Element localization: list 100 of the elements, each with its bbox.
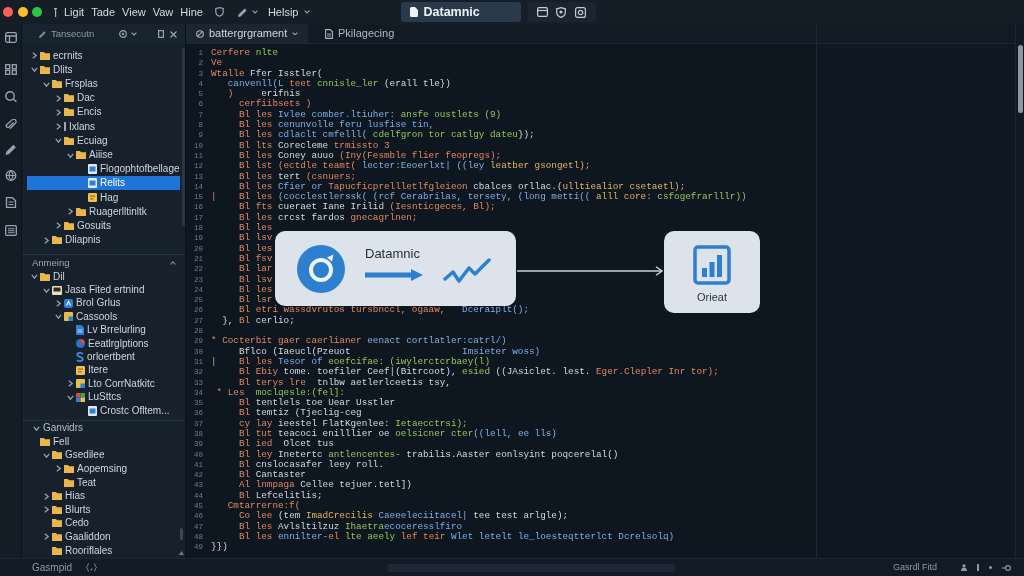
chevron-icon[interactable] (55, 123, 61, 131)
chevron-icon[interactable] (42, 452, 50, 458)
tree-item[interactable]: Crostc Ofltem... (88, 405, 170, 416)
chevron-icon[interactable] (55, 465, 61, 473)
tree-item[interactable]: Ecuiag (54, 135, 108, 146)
tree-item[interactable]: Ixlans (54, 121, 96, 132)
key-icon[interactable] (1002, 564, 1011, 571)
maximize-window-icon[interactable] (32, 7, 42, 17)
caret-up-icon[interactable] (170, 260, 176, 265)
window-icon[interactable] (536, 7, 548, 17)
document-icon[interactable] (4, 197, 17, 208)
chevron-icon[interactable] (67, 380, 73, 388)
tree-item[interactable]: Ruagerlltinltk (66, 206, 147, 217)
tree-item[interactable]: ecrnits (30, 50, 83, 61)
chevron-icon[interactable] (43, 492, 49, 500)
shield-icon[interactable] (214, 7, 224, 17)
chevron-icon[interactable] (55, 108, 61, 116)
menu-item[interactable]: Hine (179, 6, 204, 18)
tree-item[interactable]: Dliapnis (42, 235, 101, 246)
section-title[interactable]: Ganvidrs (43, 423, 83, 433)
tree-item[interactable]: Relits (27, 176, 180, 191)
scrollbar-thumb[interactable] (179, 528, 183, 540)
tree-item[interactable]: Gsedilee (42, 450, 105, 461)
chevron-icon[interactable] (33, 425, 40, 431)
chevron-icon[interactable] (42, 81, 50, 87)
chevron-down-icon[interactable] (251, 10, 258, 14)
tree-item[interactable]: Teat (64, 477, 96, 488)
tree-item[interactable]: Cassools (54, 311, 118, 322)
tree-item[interactable]: orloertbent (76, 352, 135, 363)
tree-item[interactable]: Frsplas (42, 79, 98, 90)
target-icon[interactable] (119, 30, 127, 38)
menu-item[interactable]: Ligit (63, 6, 86, 18)
tree-item[interactable]: Cedo (52, 518, 89, 529)
chevron-icon[interactable] (67, 208, 73, 216)
tree-item[interactable]: Aiiise (66, 150, 113, 160)
minimize-window-icon[interactable] (17, 7, 28, 17)
chevron-icon[interactable] (55, 299, 61, 307)
close-icon[interactable] (170, 30, 177, 38)
tree-item[interactable]: Aopemsing (54, 464, 128, 474)
tree-item[interactable]: Dac (54, 93, 95, 104)
tree-item[interactable]: Blurts (42, 504, 91, 515)
list-icon[interactable] (4, 225, 17, 236)
tree-item[interactable]: Rooriflales (52, 545, 113, 556)
search-icon[interactable] (4, 91, 17, 102)
shield-icon[interactable] (556, 6, 567, 18)
tree-item[interactable]: Gaaliddon (42, 531, 111, 542)
chevron-icon[interactable] (55, 94, 61, 102)
pencil-icon[interactable] (4, 144, 17, 155)
grid-icon[interactable] (4, 64, 17, 75)
menu-item[interactable]: Vaw (151, 6, 175, 18)
scrollbar-thumb[interactable] (1017, 45, 1023, 113)
chevron-icon[interactable] (31, 52, 37, 60)
tree-item[interactable]: Dlits (30, 64, 73, 75)
tree-item[interactable]: Eeatlrglptions (76, 338, 149, 349)
pencil-icon[interactable] (237, 7, 247, 17)
tree-item[interactable]: Lv Brrelurling (76, 325, 146, 336)
tree-item[interactable]: Flogophtofbellage (88, 164, 180, 175)
chevron-icon[interactable] (30, 274, 38, 280)
chevron-icon[interactable] (55, 222, 61, 230)
tree-item[interactable]: Encis (54, 107, 102, 118)
close-window-icon[interactable] (3, 7, 13, 17)
help-menu[interactable]: Helsip (267, 6, 310, 18)
globe-icon[interactable] (4, 170, 17, 181)
tree-item[interactable]: Brol Grlus (54, 298, 121, 309)
square-icon[interactable] (158, 30, 164, 38)
caret-up-icon[interactable] (178, 551, 184, 555)
menu-item[interactable]: Tade (90, 6, 117, 18)
chevron-icon[interactable] (43, 533, 49, 541)
chevron-icon[interactable] (66, 152, 74, 158)
tree-item[interactable]: Lto CorrNatkitc (66, 378, 155, 389)
editor-tab[interactable]: Pkilagecing (322, 24, 399, 43)
chevron-icon[interactable] (43, 236, 49, 244)
editor-tab[interactable]: battergrgrament (186, 24, 308, 43)
chevron-icon[interactable] (30, 67, 38, 73)
tree-item[interactable]: Gosuits (54, 220, 111, 231)
panel-icon[interactable] (4, 32, 17, 43)
paperclip-icon[interactable] (4, 119, 17, 130)
chevron-icon[interactable] (54, 314, 62, 320)
tree-item[interactable]: Fell (40, 436, 70, 447)
tree-item[interactable]: Dil (30, 271, 65, 282)
status-text[interactable]: Gasmpid (32, 562, 72, 573)
person-icon[interactable] (961, 564, 967, 571)
tree-item[interactable]: Itere (76, 365, 108, 376)
tree-item[interactable]: Hias (42, 491, 85, 502)
record-icon[interactable] (575, 6, 587, 18)
title-tab[interactable]: Datamnic (400, 2, 521, 22)
chevron-down-icon[interactable] (292, 31, 299, 36)
section-title[interactable]: Anmeing (32, 257, 70, 268)
braces-icon[interactable] (86, 563, 97, 572)
menu-item[interactable]: View (121, 6, 147, 18)
chevron-icon[interactable] (66, 394, 74, 400)
chevron-icon[interactable] (42, 287, 50, 293)
status-text[interactable]: Gasrdl Fitd (893, 563, 937, 572)
tree-item[interactable]: Hag (88, 192, 119, 203)
dot-icon[interactable] (989, 566, 992, 569)
chevron-icon[interactable] (54, 138, 62, 144)
chevron-icon[interactable] (43, 506, 49, 514)
chevron-down-icon[interactable] (131, 32, 137, 36)
tree-item[interactable]: LuSttcs (66, 392, 122, 403)
tree-item[interactable]: Jasa Fited ertnind (42, 285, 145, 296)
